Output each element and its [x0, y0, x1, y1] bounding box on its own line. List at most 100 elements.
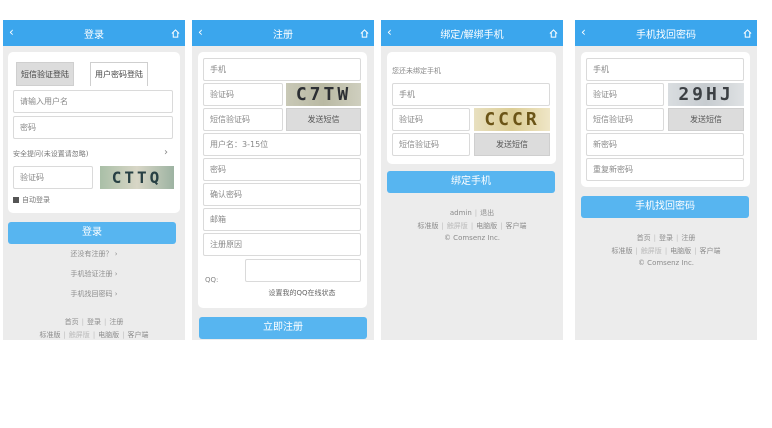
login-screen: ‹ 登录 短信验证登陆 用户密码登陆 请输入用户名 密码 安全提问(未设置请忽略… — [3, 20, 185, 340]
password-input[interactable]: 密码 — [203, 158, 361, 181]
home-icon[interactable] — [360, 29, 369, 38]
footer-login-link[interactable]: 登录 — [659, 234, 673, 242]
page-title: 手机找回密码 — [636, 29, 696, 41]
footer-login-link[interactable]: 登录 — [87, 318, 101, 326]
repeat-password-input[interactable]: 重复新密码 — [586, 158, 744, 181]
captcha-input[interactable]: 验证码 — [392, 108, 470, 131]
footer-standard-link[interactable]: 标准版 — [611, 247, 632, 255]
captcha-image[interactable]: C7TW — [286, 83, 361, 106]
phone-register-link[interactable]: 手机验证注册 › — [3, 269, 185, 279]
send-sms-button[interactable]: 发送短信 — [668, 108, 744, 131]
find-password-screen: ‹ 手机找回密码 手机 验证码 29HJ 短信验证码 发送短信 新密码 重复新密… — [575, 20, 757, 340]
password-input[interactable]: 密码 — [13, 116, 173, 139]
auto-login-checkbox[interactable]: 自动登录 — [13, 195, 50, 205]
footer-versions: 标准版 | 触屏版 | 电脑版 | 客户端 — [417, 222, 527, 230]
captcha-input[interactable]: 验证码 — [586, 83, 664, 106]
page-title: 登录 — [84, 29, 104, 41]
footer-pc-link[interactable]: 电脑版 — [670, 247, 691, 255]
checkbox-icon — [13, 197, 19, 203]
confirm-password-input[interactable]: 确认密码 — [203, 183, 361, 206]
auto-login-label: 自动登录 — [22, 196, 50, 204]
username-input[interactable]: 用户名：3-15位 — [203, 133, 361, 156]
captcha-input[interactable]: 验证码 — [13, 166, 93, 189]
send-sms-button[interactable]: 发送短信 — [474, 133, 550, 156]
footer-nav: 首页 | 登录 | 注册 — [64, 318, 124, 326]
captcha-image[interactable]: 29HJ — [668, 83, 744, 106]
tab-sms-login[interactable]: 短信验证登陆 — [16, 62, 74, 86]
qq-status-hint: 设置我的QQ在线状态 — [268, 289, 336, 297]
bind-status-notice: 您还未绑定手机 — [392, 67, 441, 75]
find-password-card: 手机 验证码 29HJ 短信验证码 发送短信 新密码 重复新密码 — [581, 52, 750, 187]
register-screen: ‹ 注册 手机 验证码 C7TW 短信验证码 发送短信 用户名：3-15位 密码… — [192, 20, 374, 340]
qq-label: QQ: — [205, 276, 219, 284]
page-title: 注册 — [273, 29, 293, 41]
register-form-card: 手机 验证码 C7TW 短信验证码 发送短信 用户名：3-15位 密码 确认密码… — [198, 52, 367, 308]
footer-touch-link[interactable]: 触屏版 — [641, 247, 662, 255]
captcha-image[interactable]: CCCR — [474, 108, 550, 131]
find-password-button[interactable]: 手机找回密码 — [581, 196, 749, 218]
phone-input[interactable]: 手机 — [392, 83, 550, 106]
back-icon[interactable]: ‹ — [198, 25, 203, 39]
footer-pc-link[interactable]: 电脑版 — [476, 222, 497, 230]
register-submit-button[interactable]: 立即注册 — [199, 317, 367, 339]
login-button[interactable]: 登录 — [8, 222, 176, 244]
qq-input[interactable] — [245, 259, 361, 282]
footer-versions: 标准版 | 触屏版 | 电脑版 | 客户端 — [39, 331, 149, 339]
security-question-label: 安全提问(未设置请忽略) — [13, 150, 89, 158]
username-input[interactable]: 请输入用户名 — [13, 90, 173, 113]
no-account-link[interactable]: 还没有注册？ › — [3, 249, 185, 259]
send-sms-button[interactable]: 发送短信 — [286, 108, 361, 131]
login-form-card: 短信验证登陆 用户密码登陆 请输入用户名 密码 安全提问(未设置请忽略) › 验… — [8, 52, 180, 213]
captcha-image[interactable]: CTTQ — [100, 166, 174, 189]
footer-register-link[interactable]: 注册 — [681, 234, 695, 242]
phone-input[interactable]: 手机 — [203, 58, 361, 81]
home-icon[interactable] — [549, 29, 558, 38]
chevron-right-icon: › — [164, 147, 168, 158]
copyright: © Comsenz Inc. — [637, 259, 695, 267]
sms-code-input[interactable]: 短信验证码 — [392, 133, 470, 156]
footer-nav: 首页 | 登录 | 注册 — [636, 234, 696, 242]
email-input[interactable]: 邮箱 — [203, 208, 361, 231]
footer-standard-link[interactable]: 标准版 — [417, 222, 438, 230]
footer-register-link[interactable]: 注册 — [109, 318, 123, 326]
phone-find-password-link[interactable]: 手机找回密码 › — [3, 289, 185, 299]
security-question-select[interactable]: 安全提问(未设置请忽略) — [13, 149, 88, 159]
footer-logout-link[interactable]: 退出 — [480, 209, 494, 217]
footer-versions: 标准版 | 触屏版 | 电脑版 | 客户端 — [611, 247, 721, 255]
phone-find-password-label: 手机找回密码 — [70, 290, 113, 298]
footer-client-link[interactable]: 客户端 — [506, 222, 527, 230]
footer-username[interactable]: admin — [450, 209, 472, 217]
sms-code-input[interactable]: 短信验证码 — [203, 108, 283, 131]
footer-home-link[interactable]: 首页 — [65, 318, 79, 326]
bind-phone-button[interactable]: 绑定手机 — [387, 171, 555, 193]
back-icon[interactable]: ‹ — [387, 25, 392, 39]
phone-input[interactable]: 手机 — [586, 58, 744, 81]
register-reason-input[interactable]: 注册原因 — [203, 233, 361, 256]
footer-user: admin | 退出 — [449, 209, 495, 217]
home-icon[interactable] — [171, 29, 180, 38]
header-bar: ‹ 手机找回密码 — [575, 20, 757, 46]
bind-form-card: 您还未绑定手机 手机 验证码 CCCR 短信验证码 发送短信 — [387, 52, 556, 164]
phone-register-label: 手机验证注册 — [70, 270, 113, 278]
footer-client-link[interactable]: 客户端 — [700, 247, 721, 255]
header-bar: ‹ 注册 — [192, 20, 374, 46]
footer-touch-link[interactable]: 触屏版 — [69, 331, 90, 339]
back-icon[interactable]: ‹ — [581, 25, 586, 39]
tab-password-login[interactable]: 用户密码登陆 — [90, 62, 148, 86]
sms-code-input[interactable]: 短信验证码 — [586, 108, 664, 131]
page-title: 绑定/解绑手机 — [440, 29, 504, 41]
copyright: © Comsenz Inc. — [443, 234, 501, 242]
footer-home-link[interactable]: 首页 — [637, 234, 651, 242]
bind-phone-screen: ‹ 绑定/解绑手机 您还未绑定手机 手机 验证码 CCCR 短信验证码 发送短信… — [381, 20, 563, 340]
footer-standard-link[interactable]: 标准版 — [39, 331, 60, 339]
captcha-input[interactable]: 验证码 — [203, 83, 283, 106]
home-icon[interactable] — [743, 29, 752, 38]
footer-pc-link[interactable]: 电脑版 — [98, 331, 119, 339]
footer-touch-link[interactable]: 触屏版 — [447, 222, 468, 230]
header-bar: ‹ 绑定/解绑手机 — [381, 20, 563, 46]
no-account-label: 还没有注册？ — [70, 250, 113, 258]
header-bar: ‹ 登录 — [3, 20, 185, 46]
footer-client-link[interactable]: 客户端 — [128, 331, 149, 339]
new-password-input[interactable]: 新密码 — [586, 133, 744, 156]
back-icon[interactable]: ‹ — [9, 25, 14, 39]
